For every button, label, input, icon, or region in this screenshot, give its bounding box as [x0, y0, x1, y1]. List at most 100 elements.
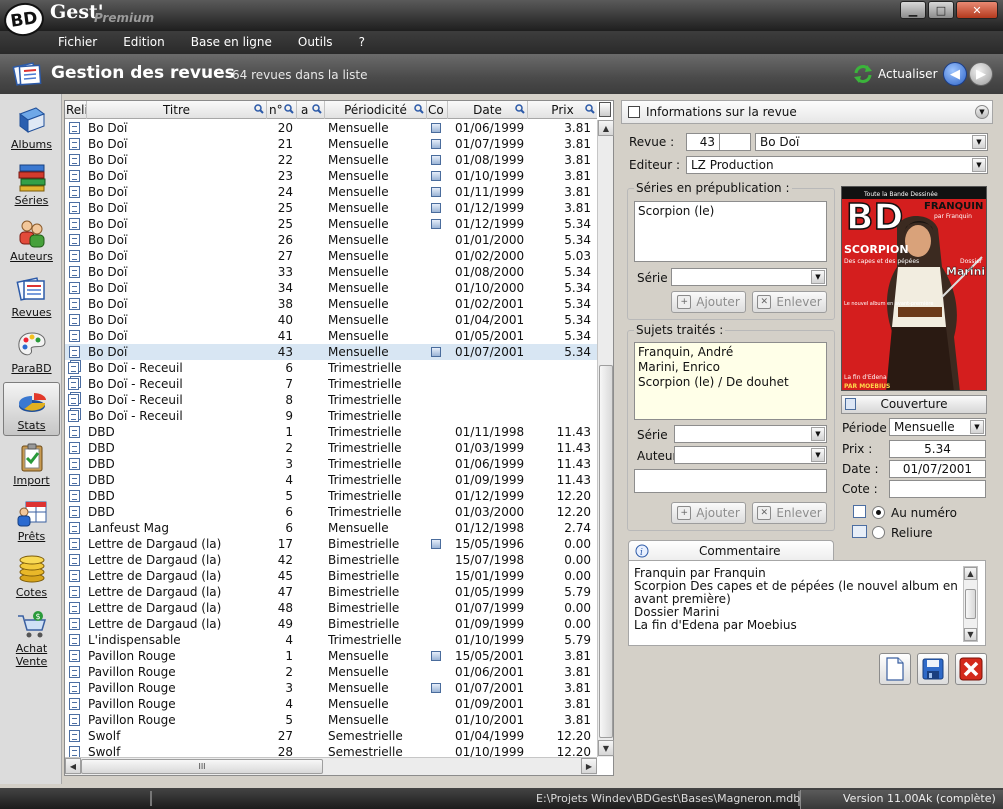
table-row[interactable]: Bo Doï 24 Mensuelle 01/11/1999 3.81 — [65, 184, 597, 200]
menu-outils[interactable]: Outils — [285, 31, 346, 54]
scroll-down-button[interactable]: ▼ — [964, 628, 977, 641]
close-window-button[interactable]: ✕ — [956, 1, 998, 19]
sidebar-item-revues[interactable]: Revues — [3, 270, 60, 324]
sujets-add-button[interactable]: + Ajouter — [671, 502, 746, 524]
sujets-remove-button[interactable]: ✕ Enlever — [752, 502, 827, 524]
chevron-down-icon[interactable]: ▼ — [972, 135, 986, 149]
scroll-thumb[interactable] — [965, 589, 976, 619]
table-row[interactable]: Bo Doï - Receuil 6 Trimestrielle — [65, 360, 597, 376]
table-row[interactable]: Pavillon Rouge 5 Mensuelle 01/10/2001 3.81 — [65, 712, 597, 728]
column-titre[interactable]: Titre — [87, 101, 267, 119]
table-row[interactable]: Bo Doï 27 Mensuelle 01/02/2000 5.03 — [65, 248, 597, 264]
search-icon[interactable] — [312, 104, 322, 114]
periode-select[interactable]: Mensuelle ▼ — [889, 418, 986, 436]
table-row[interactable]: Lanfeust Mag 6 Mensuelle 01/12/1998 2.74 — [65, 520, 597, 536]
table-row[interactable]: Bo Doï 23 Mensuelle 01/10/1999 3.81 — [65, 168, 597, 184]
search-icon[interactable] — [515, 104, 525, 114]
sujets-serie-select[interactable]: ▼ — [674, 425, 827, 443]
table-row[interactable]: Bo Doï 20 Mensuelle 01/06/1999 3.81 — [65, 120, 597, 136]
auteur-select[interactable]: ▼ — [674, 446, 827, 464]
table-row[interactable]: Bo Doï - Receuil 7 Trimestrielle — [65, 376, 597, 392]
serie-select[interactable]: ▼ — [671, 268, 827, 286]
search-icon[interactable] — [254, 104, 264, 114]
scroll-up-button[interactable]: ▲ — [598, 120, 614, 136]
table-row[interactable]: Pavillon Rouge 1 Mensuelle 15/05/2001 3.81 — [65, 648, 597, 664]
refresh-button[interactable]: Actualiser — [852, 63, 938, 85]
table-row[interactable]: Lettre de Dargaud (la) 47 Bimestrielle 01/0… — [65, 584, 597, 600]
horizontal-scroll-thumb[interactable]: III — [81, 759, 323, 774]
date-field[interactable]: 01/07/2001 — [889, 460, 986, 478]
column-numero[interactable]: n° — [267, 101, 297, 119]
column-date[interactable]: Date — [448, 101, 528, 119]
table-row[interactable]: Lettre de Dargaud (la) 42 Bimestrielle 15/0… — [65, 552, 597, 568]
search-icon[interactable] — [284, 104, 294, 114]
save-button[interactable] — [917, 653, 949, 685]
tab-commentaire[interactable]: i Commentaire — [628, 540, 834, 561]
radio-au-numero[interactable] — [872, 506, 885, 519]
delete-button[interactable] — [955, 653, 987, 685]
cover-image[interactable]: Toute la Bande Dessinée BD FRANQUIN par … — [841, 186, 987, 391]
table-row[interactable]: Bo Doï 43 Mensuelle 01/07/2001 5.34 — [65, 344, 597, 360]
table-row[interactable]: DBD 2 Trimestrielle 01/03/1999 11.43 — [65, 440, 597, 456]
table-row[interactable]: Bo Doï 38 Mensuelle 01/02/2001 5.34 — [65, 296, 597, 312]
column-prix[interactable]: Prix — [528, 101, 597, 119]
table-row[interactable]: Lettre de Dargaud (la) 48 Bimestrielle 01/0… — [65, 600, 597, 616]
cote-field[interactable] — [889, 480, 986, 498]
auteur-search-field[interactable] — [634, 469, 827, 493]
column-couverture[interactable]: Co — [427, 101, 448, 119]
vertical-scrollbar[interactable]: ▲ ▼ — [597, 120, 614, 757]
table-row[interactable]: Bo Doï 25 Mensuelle 01/12/1999 5.34 — [65, 216, 597, 232]
sidebar-item-auteurs[interactable]: Auteurs — [3, 214, 60, 268]
scroll-left-button[interactable]: ◀ — [65, 758, 81, 774]
scroll-up-button[interactable]: ▲ — [964, 567, 977, 580]
sidebar-item-albums[interactable]: Albums — [3, 102, 60, 156]
new-button[interactable] — [879, 653, 911, 685]
series-remove-button[interactable]: ✕ Enlever — [752, 291, 827, 313]
revue-suffix-field[interactable] — [719, 133, 751, 151]
list-item[interactable]: Scorpion (le) — [638, 204, 823, 219]
editeur-select[interactable]: LZ Production ▼ — [686, 156, 988, 174]
menu-edition[interactable]: Edition — [110, 31, 178, 54]
search-icon[interactable] — [414, 104, 424, 114]
chevron-down-icon[interactable]: ▼ — [811, 448, 825, 462]
table-row[interactable]: Pavillon Rouge 3 Mensuelle 01/07/2001 3.81 — [65, 680, 597, 696]
column-periodicite[interactable]: Périodicité — [325, 101, 427, 119]
prix-field[interactable]: 5.34 — [889, 440, 986, 458]
table-row[interactable]: Bo Doï - Receuil 9 Trimestrielle — [65, 408, 597, 424]
table-row[interactable]: Bo Doï 26 Mensuelle 01/01/2000 5.34 — [65, 232, 597, 248]
sidebar-item-cotes[interactable]: Cotes — [3, 550, 60, 604]
table-row[interactable]: Bo Doï - Receuil 8 Trimestrielle — [65, 392, 597, 408]
table-row[interactable]: Bo Doï 22 Mensuelle 01/08/1999 3.81 — [65, 152, 597, 168]
menu-help[interactable]: ? — [346, 31, 378, 54]
series-listbox[interactable]: Scorpion (le) — [634, 201, 827, 262]
sujets-listbox[interactable]: Franquin, André Marini, Enrico Scorpion … — [634, 342, 827, 420]
table-row[interactable]: DBD 1 Trimestrielle 01/11/1998 11.43 — [65, 424, 597, 440]
table-row[interactable]: Bo Doï 40 Mensuelle 01/04/2001 5.34 — [65, 312, 597, 328]
scroll-down-button[interactable]: ▼ — [598, 740, 614, 756]
menu-base-en-ligne[interactable]: Base en ligne — [178, 31, 285, 54]
next-button[interactable]: ▶ — [969, 62, 993, 86]
menu-fichier[interactable]: Fichier — [45, 31, 110, 54]
table-row[interactable]: Lettre de Dargaud (la) 45 Bimestrielle 15/0… — [65, 568, 597, 584]
radio-reliure[interactable] — [872, 526, 885, 539]
comment-scrollbar[interactable]: ▲ ▼ — [963, 566, 978, 642]
series-add-button[interactable]: + Ajouter — [671, 291, 746, 313]
column-reli[interactable]: Reli — [65, 101, 87, 119]
scroll-right-button[interactable]: ▶ — [581, 758, 597, 774]
table-row[interactable]: DBD 6 Trimestrielle 01/03/2000 12.20 — [65, 504, 597, 520]
table-row[interactable]: Pavillon Rouge 2 Mensuelle 01/06/2001 3.81 — [65, 664, 597, 680]
scroll-thumb[interactable] — [599, 365, 613, 738]
search-icon[interactable] — [585, 104, 595, 114]
maximize-button[interactable]: □ — [928, 1, 954, 19]
chevron-down-icon[interactable]: ▼ — [811, 427, 825, 441]
column-a[interactable]: a — [297, 101, 325, 119]
list-item[interactable]: Scorpion (le) / De douhet — [638, 375, 823, 390]
horizontal-scrollbar[interactable]: ◀ III ▶ — [65, 757, 597, 775]
chevron-down-icon[interactable]: ▼ — [811, 270, 825, 284]
sidebar-item-achat-vente[interactable]: $ Achat Vente — [3, 606, 60, 668]
revue-title-select[interactable]: Bo Doï ▼ — [755, 133, 988, 151]
list-item[interactable]: Marini, Enrico — [638, 360, 823, 375]
table-row[interactable]: DBD 5 Trimestrielle 01/12/1999 12.20 — [65, 488, 597, 504]
table-row[interactable]: Bo Doï 34 Mensuelle 01/10/2000 5.34 — [65, 280, 597, 296]
comment-textarea[interactable]: Franquin par Franquin Scorpion Des capes… — [628, 560, 986, 646]
